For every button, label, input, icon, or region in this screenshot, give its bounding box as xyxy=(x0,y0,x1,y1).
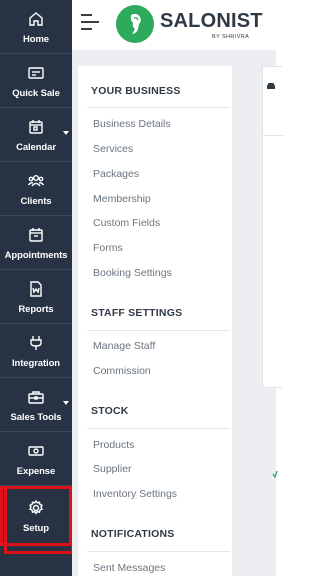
link-inventory-settings[interactable]: Inventory Settings xyxy=(93,488,177,500)
link-sent-messages[interactable]: Sent Messages xyxy=(93,562,165,574)
nav-item-label: Home xyxy=(23,33,49,45)
calendar-icon xyxy=(26,117,46,137)
nav-item-sales-tools[interactable]: Sales Tools xyxy=(0,378,72,432)
salonist-logo-icon xyxy=(116,5,154,43)
nav-item-label: Quick Sale xyxy=(12,87,60,99)
section-divider xyxy=(87,428,230,429)
link-supplier[interactable]: Supplier xyxy=(93,463,132,475)
link-products[interactable]: Products xyxy=(93,439,134,451)
users-icon xyxy=(26,171,46,191)
nav-item-label: Sales Tools xyxy=(10,411,62,423)
nav-item-quick-sale[interactable]: Quick Sale xyxy=(0,54,72,108)
section-title-stock: STOCK xyxy=(91,405,129,417)
link-commission[interactable]: Commission xyxy=(93,365,151,377)
nav-item-label: Integration xyxy=(12,357,60,369)
nav-item-label: Reports xyxy=(18,303,54,315)
report-document-icon xyxy=(26,279,46,299)
link-booking-settings[interactable]: Booking Settings xyxy=(93,267,172,279)
home-icon xyxy=(26,9,46,29)
money-bill-icon xyxy=(26,441,46,461)
section-divider xyxy=(87,551,230,552)
nav-item-label: Appointments xyxy=(4,249,68,261)
chevron-down-icon xyxy=(63,401,69,405)
chevron-down-icon xyxy=(63,131,69,135)
top-header: SALONIST BY SHRIVRA xyxy=(72,0,276,50)
content-card-body xyxy=(263,135,283,389)
nav-item-label: Clients xyxy=(20,195,52,207)
section-title-notifications: NOTIFICATIONS xyxy=(91,528,175,540)
nav-item-clients[interactable]: Clients xyxy=(0,162,72,216)
section-divider xyxy=(87,330,230,331)
nav-item-calendar[interactable]: Calendar xyxy=(0,108,72,162)
brand-name: SALONIST xyxy=(160,10,263,32)
cash-register-icon xyxy=(26,63,46,83)
main-content: YOUR BUSINESS Business Details Services … xyxy=(72,50,283,576)
link-manage-staff[interactable]: Manage Staff xyxy=(93,340,155,352)
nav-item-label: Setup xyxy=(23,523,49,534)
link-services[interactable]: Services xyxy=(93,143,133,155)
appointments-calendar-icon xyxy=(26,225,46,245)
nav-item-label: Expense xyxy=(16,465,56,477)
section-divider xyxy=(87,107,230,108)
link-business-details[interactable]: Business Details xyxy=(93,118,171,130)
hamburger-menu-icon[interactable] xyxy=(81,14,99,30)
section-title-staff-settings: STAFF SETTINGS xyxy=(91,307,183,319)
link-membership[interactable]: Membership xyxy=(93,193,151,205)
content-card xyxy=(262,66,283,389)
nav-item-integration[interactable]: Integration xyxy=(0,324,72,378)
nav-item-expense[interactable]: Expense xyxy=(0,432,72,486)
nav-item-setup[interactable]: Setup xyxy=(0,486,74,554)
settings-menu-panel: YOUR BUSINESS Business Details Services … xyxy=(78,66,232,576)
link-forms[interactable]: Forms xyxy=(93,242,123,254)
check-icon xyxy=(272,470,278,478)
nav-item-label: Calendar xyxy=(16,141,56,153)
nav-item-home[interactable]: Home xyxy=(0,0,72,54)
link-packages[interactable]: Packages xyxy=(93,168,139,180)
brand-subtitle: BY SHRIVRA xyxy=(212,34,250,40)
section-title-your-business: YOUR BUSINESS xyxy=(91,85,181,97)
car-icon xyxy=(267,83,275,89)
nav-item-reports[interactable]: Reports xyxy=(0,270,72,324)
nav-item-appointments[interactable]: Appointments xyxy=(0,216,72,270)
plug-icon xyxy=(26,333,46,353)
sidebar-nav: Home Quick Sale Calendar Clients Appoint… xyxy=(0,0,74,576)
briefcase-icon xyxy=(26,387,46,407)
link-custom-fields[interactable]: Custom Fields xyxy=(93,217,160,229)
gear-icon xyxy=(26,498,46,518)
